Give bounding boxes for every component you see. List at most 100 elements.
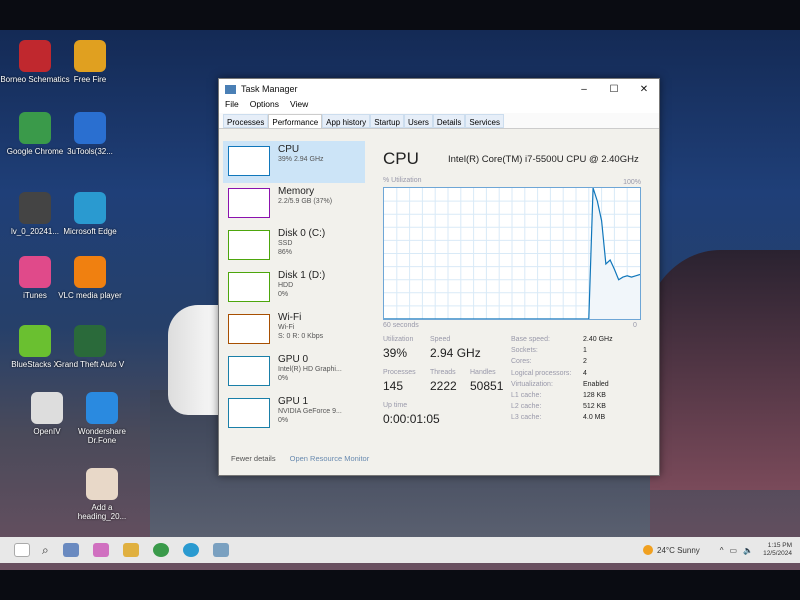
resource-name: CPU [278, 144, 300, 155]
sidebar-item[interactable]: Disk 1 (D:) HDD 0% [223, 267, 365, 309]
edge-icon[interactable] [182, 543, 199, 557]
close-button[interactable]: ✕ [629, 84, 659, 95]
spec-label: L2 cache: [511, 403, 542, 411]
mini-graph [228, 314, 270, 344]
sidebar-item[interactable]: Wi-Fi Wi-Fi S: 0 R: 0 Kbps [223, 309, 365, 351]
desktop-icon-label: Wondershare Dr.Fone [78, 427, 126, 445]
resource-detail: Intel(R) HD Graphi... [278, 366, 342, 373]
weather-text[interactable]: 24°C Sunny [657, 546, 700, 555]
tab-users[interactable]: Users [403, 114, 433, 128]
tab-details[interactable]: Details [432, 114, 466, 128]
spec-label: Cores: [511, 358, 532, 366]
graph-ylabel: % Utilization [383, 177, 422, 184]
mini-graph [228, 230, 270, 260]
volume-icon[interactable]: 🔈 [743, 546, 753, 555]
spec-value: 4 [583, 369, 587, 377]
tab-processes[interactable]: Processes [223, 114, 269, 128]
tray-chevron-icon[interactable]: ^ [720, 546, 724, 555]
desktop-icon[interactable]: Add a heading_20... [67, 468, 137, 521]
spec-value: 512 KB [583, 403, 606, 411]
clock-date[interactable]: 12/5/2024 [763, 550, 792, 558]
fewer-details-button[interactable]: Fewer details [231, 454, 276, 463]
cpu-panel: CPU Intel(R) Core(TM) i7-5500U CPU @ 2.4… [383, 149, 655, 426]
resource-name: GPU 0 [278, 354, 309, 365]
tab-performance[interactable]: Performance [268, 114, 323, 128]
app-icon [74, 40, 106, 72]
desktop-icon-label: Add a heading_20... [77, 503, 127, 521]
desktop-icon[interactable]: VLC media player [55, 256, 125, 300]
resource-detail: Wi-Fi [278, 324, 295, 331]
menu-file[interactable]: File [225, 99, 239, 113]
menu-bar: File Options View [219, 99, 659, 113]
resource-value: 0% [278, 291, 289, 298]
spec-label: Virtualization: [511, 380, 553, 388]
resource-detail: HDD [278, 282, 294, 289]
sidebar-item[interactable]: Memory 2.2/5.9 GB (37%) [223, 183, 365, 225]
maximize-button[interactable]: ☐ [599, 84, 629, 95]
search-icon[interactable]: ⌕ [42, 543, 49, 558]
app-icon [19, 325, 51, 357]
resource-list: CPU 39% 2.94 GHz Memory 2.2/5.9 GB (37%) Dis… [223, 141, 365, 435]
resource-value: 0% [278, 417, 289, 424]
resource-name: Wi-Fi [278, 312, 302, 323]
start-button[interactable] [14, 543, 30, 557]
taskbar: ⌕ 24°C Sunny ^ ▭ 🔈 1:15 PM 12/5/2024 [0, 537, 800, 563]
tab-app-history[interactable]: App history [322, 114, 371, 128]
spec-value: 4.0 MB [583, 414, 606, 422]
speed-label: Speed [430, 336, 451, 343]
spec-value: 1 [583, 347, 587, 355]
app-icon [74, 256, 106, 288]
spec-value: 2.40 GHz [583, 336, 613, 343]
spec-label: Sockets: [511, 347, 538, 355]
resource-detail: 2.2/5.9 GB (37%) [278, 198, 333, 205]
spec-label: Logical processors: [511, 369, 572, 377]
task-manager-window: Task Manager – ☐ ✕ File Options View Pro… [218, 78, 660, 476]
task-view-icon[interactable] [62, 543, 79, 557]
resource-detail: SSD [278, 240, 293, 247]
copilot-icon[interactable] [92, 543, 109, 557]
desktop-icon[interactable]: Wondershare Dr.Fone [67, 392, 137, 445]
desktop-icon[interactable]: Grand Theft Auto V [55, 325, 125, 369]
tab-services[interactable]: Services [465, 114, 505, 128]
desktop-icon[interactable]: 3uTools(32... [55, 112, 125, 156]
clock-time[interactable]: 1:15 PM [763, 542, 792, 550]
menu-options[interactable]: Options [250, 99, 279, 113]
desktop-icon[interactable]: Microsoft Edge [55, 192, 125, 236]
open-resource-monitor-link[interactable]: Open Resource Monitor [290, 454, 370, 463]
resource-name: Disk 1 (D:) [278, 270, 326, 281]
speed-value: 2.94 GHz [430, 346, 481, 360]
threads-label: Threads [430, 369, 456, 376]
desktop-icon-label: Microsoft Edge [63, 227, 117, 236]
app-icon [86, 468, 118, 500]
task-manager-icon [225, 84, 236, 94]
menu-view[interactable]: View [290, 99, 308, 113]
sidebar-item[interactable]: GPU 1 NVIDIA GeForce 9... 0% [223, 393, 365, 435]
task-manager-taskbar-icon[interactable] [212, 543, 229, 557]
desktop-icon[interactable]: Free Fire [55, 40, 125, 84]
desktop-icon-label: Grand Theft Auto V [55, 360, 125, 369]
tab-bar: Processes Performance App history Startup Us… [219, 113, 659, 129]
weather-icon [643, 545, 653, 555]
app-icon [86, 392, 118, 424]
sidebar-item[interactable]: Disk 0 (C:) SSD 86% [223, 225, 365, 267]
network-icon[interactable]: ▭ [730, 546, 738, 555]
desktop-icon-label: 3uTools(32... [67, 147, 113, 156]
file-explorer-icon[interactable] [122, 543, 139, 557]
graph-ymax: 100% [623, 179, 641, 186]
cpu-graph [383, 187, 641, 320]
processes-label: Processes [383, 369, 416, 376]
minimize-button[interactable]: – [569, 84, 599, 95]
tab-startup[interactable]: Startup [370, 114, 404, 128]
sidebar-item[interactable]: CPU 39% 2.94 GHz [223, 141, 365, 183]
chrome-icon[interactable] [152, 543, 169, 557]
graph-xmin: 0 [633, 322, 637, 329]
desktop-icon-label: Free Fire [73, 75, 107, 84]
resource-value: S: 0 R: 0 Kbps [278, 333, 324, 340]
desktop-icon-label: VLC media player [58, 291, 122, 300]
app-icon [19, 192, 51, 224]
handles-value: 50851 [470, 379, 504, 393]
mini-graph [228, 146, 270, 176]
background-hill [640, 250, 800, 490]
sidebar-item[interactable]: GPU 0 Intel(R) HD Graphi... 0% [223, 351, 365, 393]
processes-value: 145 [383, 379, 404, 393]
